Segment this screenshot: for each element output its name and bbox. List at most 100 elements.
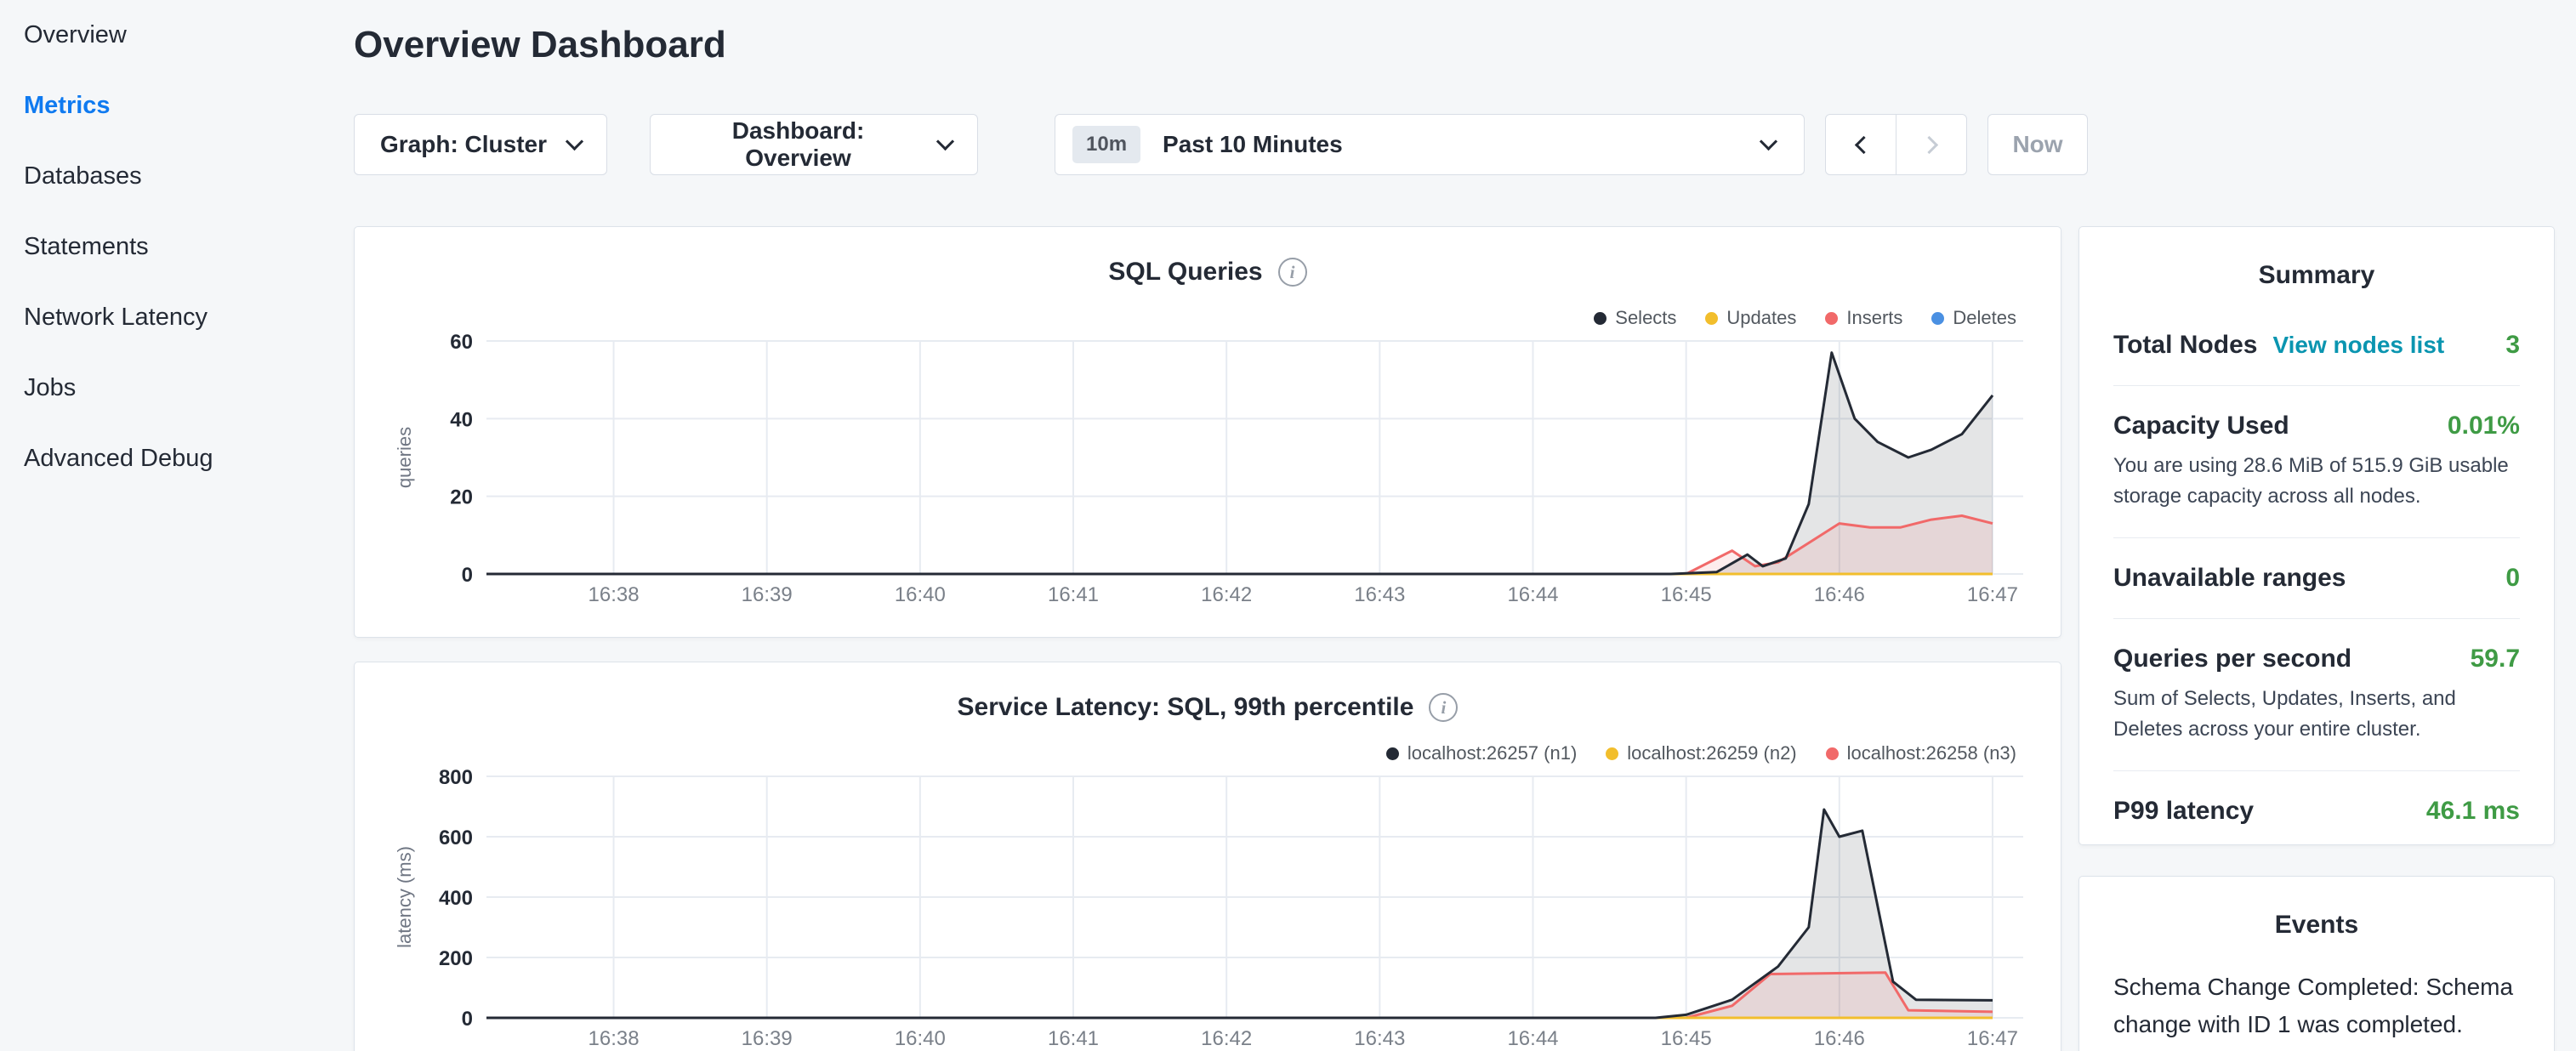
svg-text:16:47: 16:47: [1967, 1027, 2018, 1050]
svg-text:16:42: 16:42: [1201, 1027, 1252, 1050]
events-title: Events: [2079, 877, 2554, 955]
sidebar-item-network-latency[interactable]: Network Latency: [0, 282, 323, 353]
svg-text:16:41: 16:41: [1048, 1027, 1099, 1050]
chart-legend: Selects Updates Inserts Deletes: [1594, 307, 2016, 329]
svg-text:0: 0: [462, 564, 473, 587]
time-range-badge: 10m: [1072, 126, 1140, 163]
chart-title: SQL Queries: [1108, 258, 1262, 287]
time-prev-button[interactable]: [1825, 114, 1896, 175]
summary-row-capacity-used: Capacity Used 0.01% You are using 28.6 M…: [2113, 386, 2520, 538]
svg-text:16:41: 16:41: [1048, 583, 1099, 606]
info-icon[interactable]: i: [1278, 258, 1307, 287]
summary-value: 59.7: [2471, 645, 2520, 673]
now-button[interactable]: Now: [1987, 114, 2088, 175]
legend-item[interactable]: Inserts: [1825, 307, 1902, 329]
time-range-dropdown[interactable]: 10m Past 10 Minutes: [1055, 114, 1805, 175]
svg-text:400: 400: [439, 887, 473, 910]
svg-text:16:43: 16:43: [1354, 583, 1405, 606]
summary-value: 0: [2505, 564, 2520, 593]
summary-description: You are using 28.6 MiB of 515.9 GiB usab…: [2113, 451, 2520, 512]
right-column: Summary Total Nodes View nodes list 3 Ca…: [2078, 226, 2555, 1051]
summary-label: Capacity Used: [2113, 412, 2289, 440]
graph-selector-dropdown[interactable]: Graph: Cluster: [354, 114, 607, 175]
summary-panel: Summary Total Nodes View nodes list 3 Ca…: [2078, 226, 2555, 845]
svg-text:16:38: 16:38: [589, 583, 640, 606]
sidebar-item-jobs[interactable]: Jobs: [0, 353, 323, 423]
legend-item[interactable]: Deletes: [1931, 307, 2016, 329]
series-color-dot: [1825, 312, 1838, 325]
svg-text:0: 0: [462, 1008, 473, 1031]
svg-text:200: 200: [439, 947, 473, 970]
svg-text:16:39: 16:39: [742, 583, 793, 606]
svg-text:16:45: 16:45: [1661, 583, 1712, 606]
sql-queries-chart-card: SQL Queries i Selects Updates Inserts Delet…: [354, 226, 2061, 638]
sidebar-item-metrics[interactable]: Metrics: [0, 71, 323, 141]
graph-selector-label: Graph: Cluster: [380, 131, 547, 158]
summary-row-p99-latency: P99 latency 46.1 ms: [2113, 771, 2520, 851]
svg-text:16:38: 16:38: [589, 1027, 640, 1050]
svg-text:16:46: 16:46: [1814, 583, 1865, 606]
svg-text:16:46: 16:46: [1814, 1027, 1865, 1050]
page-header: Overview Dashboard Graph: Cluster Dashbo…: [354, 0, 2140, 213]
time-range-label: Past 10 Minutes: [1163, 131, 1343, 158]
series-color-dot: [1826, 747, 1839, 760]
summary-value: 3: [2505, 331, 2520, 360]
series-color-dot: [1594, 312, 1606, 325]
summary-title: Summary: [2079, 227, 2554, 305]
sidebar-item-overview[interactable]: Overview: [0, 0, 323, 71]
summary-description: Sum of Selects, Updates, Inserts, and De…: [2113, 684, 2520, 745]
svg-text:latency (ms): latency (ms): [394, 846, 415, 948]
chevron-right-icon: [1919, 135, 1937, 153]
svg-text:16:43: 16:43: [1354, 1027, 1405, 1050]
summary-label: Total Nodes: [2113, 331, 2257, 360]
series-color-dot: [1386, 747, 1399, 760]
svg-text:16:40: 16:40: [895, 1027, 946, 1050]
summary-label: Unavailable ranges: [2113, 564, 2346, 593]
view-nodes-list-link[interactable]: View nodes list: [2272, 332, 2444, 359]
sidebar-nav: Overview Metrics Databases Statements Ne…: [0, 0, 323, 1051]
sidebar-item-databases[interactable]: Databases: [0, 141, 323, 212]
chevron-down-icon: [566, 132, 583, 150]
svg-text:600: 600: [439, 827, 473, 849]
svg-text:16:39: 16:39: [742, 1027, 793, 1050]
svg-text:16:40: 16:40: [895, 583, 946, 606]
summary-value: 46.1 ms: [2426, 797, 2520, 826]
series-color-dot: [1606, 747, 1618, 760]
summary-row-queries-per-second: Queries per second 59.7 Sum of Selects, …: [2113, 619, 2520, 771]
sidebar-item-advanced-debug[interactable]: Advanced Debug: [0, 423, 323, 494]
series-color-dot: [1705, 312, 1718, 325]
sql-queries-chart[interactable]: 16:38 16:39 16:40 16:41 16:42 16:43 16:44 16:45…: [389, 329, 2039, 610]
chart-title: Service Latency: SQL, 99th percentile: [958, 693, 1414, 722]
dashboard-selector-label: Dashboard: Overview: [676, 117, 920, 172]
events-panel: Events Schema Change Completed: Schema c…: [2078, 876, 2555, 1051]
page-title: Overview Dashboard: [354, 24, 726, 66]
summary-label: P99 latency: [2113, 797, 2254, 826]
legend-item[interactable]: Selects: [1594, 307, 1676, 329]
svg-text:40: 40: [450, 408, 473, 431]
summary-row-unavailable-ranges: Unavailable ranges 0: [2113, 538, 2520, 619]
svg-text:16:45: 16:45: [1661, 1027, 1712, 1050]
svg-text:20: 20: [450, 486, 473, 509]
sidebar-item-statements[interactable]: Statements: [0, 212, 323, 282]
info-icon[interactable]: i: [1429, 693, 1458, 722]
summary-label: Queries per second: [2113, 645, 2351, 673]
legend-item[interactable]: localhost:26259 (n2): [1606, 742, 1796, 764]
summary-value: 0.01%: [2448, 412, 2520, 440]
service-latency-chart-card: Service Latency: SQL, 99th percentile i …: [354, 662, 2061, 1051]
legend-item[interactable]: localhost:26258 (n3): [1826, 742, 2016, 764]
chevron-down-icon: [936, 132, 954, 150]
svg-text:16:42: 16:42: [1201, 583, 1252, 606]
svg-text:16:47: 16:47: [1967, 583, 2018, 606]
svg-text:16:44: 16:44: [1507, 1027, 1558, 1050]
legend-item[interactable]: Updates: [1705, 307, 1796, 329]
svg-text:16:44: 16:44: [1507, 583, 1558, 606]
legend-item[interactable]: localhost:26257 (n1): [1386, 742, 1577, 764]
dashboard-selector-dropdown[interactable]: Dashboard: Overview: [650, 114, 978, 175]
svg-text:60: 60: [450, 331, 473, 354]
series-color-dot: [1931, 312, 1944, 325]
time-next-button[interactable]: [1896, 114, 1967, 175]
service-latency-chart[interactable]: 16:38 16:39 16:40 16:41 16:42 16:43 16:44 16:45…: [389, 764, 2039, 1051]
event-item: Schema Change Completed: Schema change w…: [2113, 969, 2520, 1051]
svg-text:queries: queries: [394, 427, 415, 488]
event-message: Schema Change Completed: Schema change w…: [2113, 969, 2520, 1043]
